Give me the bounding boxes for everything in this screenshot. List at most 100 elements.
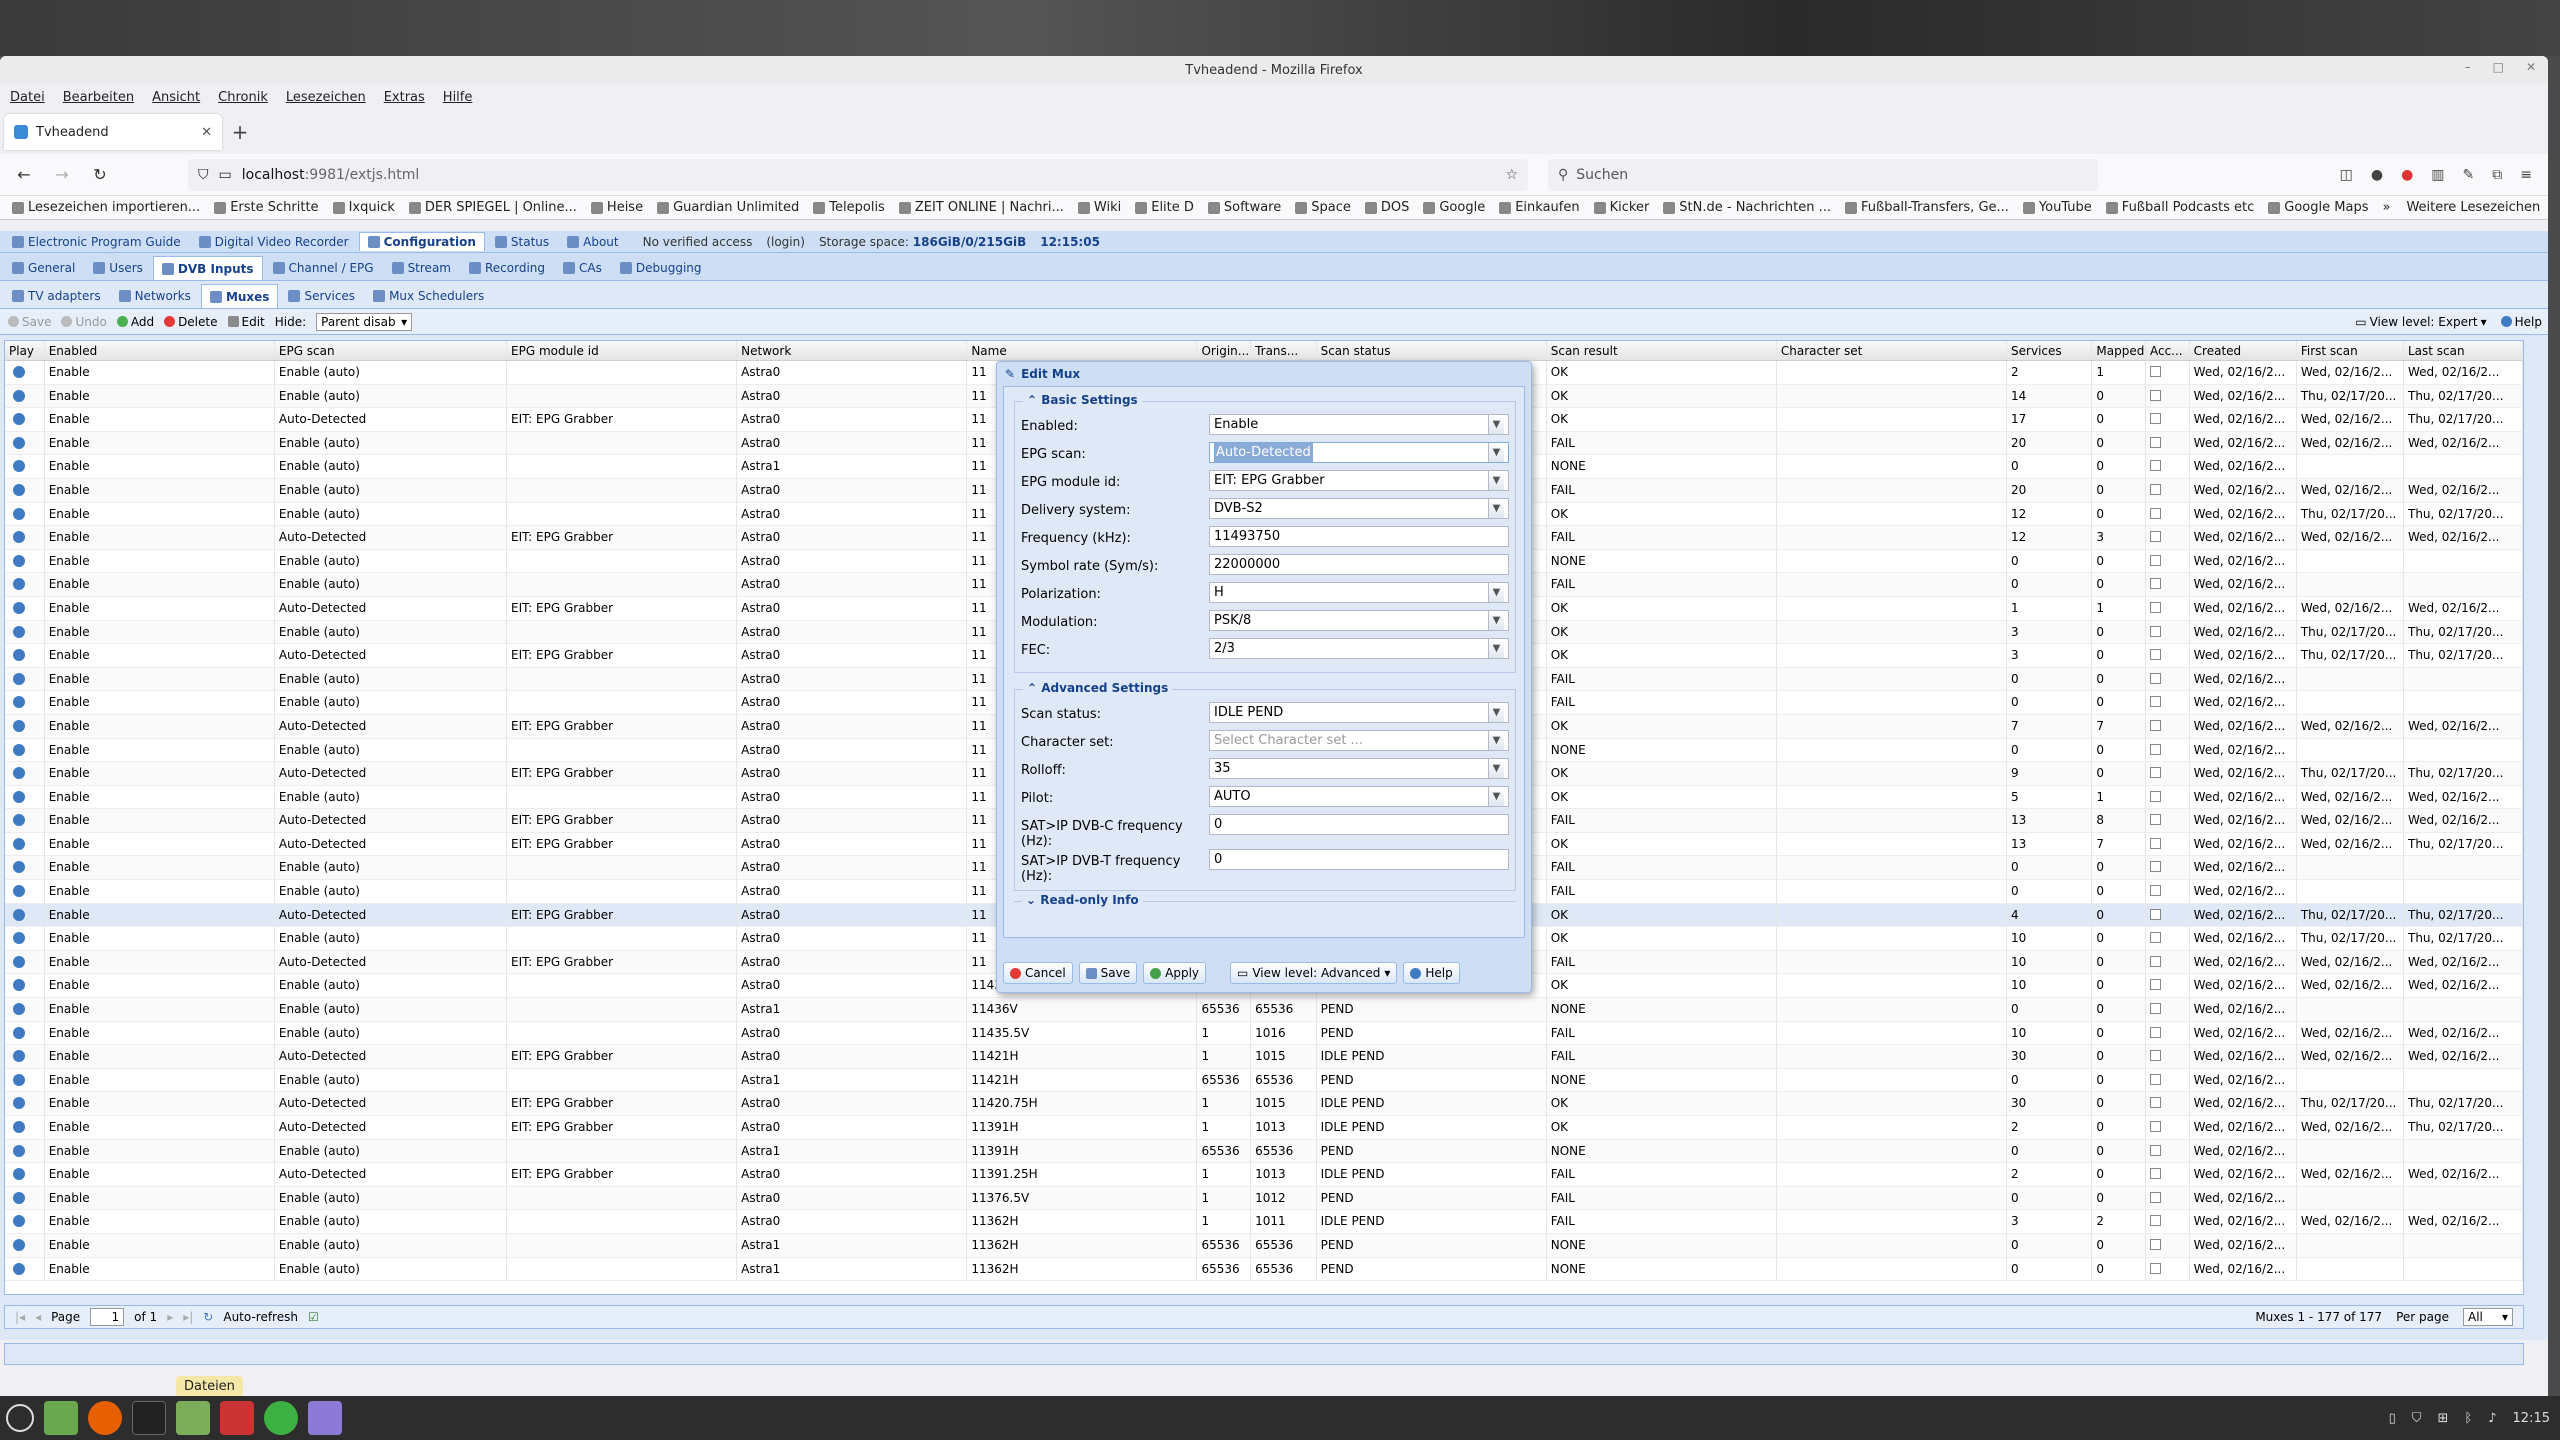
chevron-down-icon[interactable]: ▼	[1488, 759, 1504, 778]
page-input[interactable]: 1	[90, 1308, 125, 1326]
table-row[interactable]: Enable Enable (auto) Astra1 11436V 65536 6553…	[5, 998, 2523, 1022]
text-field[interactable]: 0	[1209, 814, 1509, 835]
maximize-icon[interactable]: □	[2493, 60, 2504, 74]
accept-checkbox[interactable]	[2149, 932, 2161, 944]
accept-checkbox[interactable]	[2149, 578, 2161, 590]
play-icon[interactable]	[13, 1215, 25, 1228]
folder-icon[interactable]	[176, 1401, 210, 1435]
play-icon[interactable]	[13, 743, 25, 756]
table-row[interactable]: Enable Enable (auto) Astra1 11421H 65536 6553…	[5, 1068, 2523, 1093]
bookmark-item[interactable]: Einkaufen	[1499, 200, 1580, 215]
tab-epg[interactable]: Electronic Program Guide	[4, 233, 189, 251]
files-icon[interactable]	[44, 1401, 78, 1435]
play-icon[interactable]	[13, 389, 25, 402]
tray-notes-icon[interactable]: ▯	[2389, 1411, 2396, 1426]
menu-lesezeichen[interactable]: Lesezeichen	[286, 90, 366, 105]
play-icon[interactable]	[13, 908, 25, 921]
prev-page-icon[interactable]: ◂	[35, 1310, 41, 1324]
add-button[interactable]: Add	[116, 315, 154, 329]
accept-checkbox[interactable]	[2149, 979, 2161, 991]
extension-icon[interactable]: ✎	[2463, 167, 2475, 183]
bookmark-item[interactable]: Fußball Podcasts etc	[2105, 200, 2254, 215]
text-field[interactable]: 0	[1209, 849, 1509, 870]
chevron-down-icon[interactable]: ▼	[1488, 443, 1504, 462]
config-tab-recording[interactable]: Recording	[461, 256, 553, 280]
bookmark-item[interactable]: DOS	[1364, 200, 1409, 215]
column-header[interactable]: Network	[737, 341, 968, 360]
play-icon[interactable]	[13, 1191, 25, 1204]
combo-field[interactable]: DVB-S2 ▼	[1209, 498, 1509, 519]
firefox-icon[interactable]	[88, 1401, 122, 1435]
column-header[interactable]: Play	[5, 341, 45, 360]
bookmark-item[interactable]: Telepolis	[813, 200, 885, 215]
browser-tab[interactable]: Tvheadend ✕	[4, 114, 222, 150]
play-icon[interactable]	[13, 1238, 25, 1251]
combo-field[interactable]: 2/3 ▼	[1209, 638, 1509, 659]
play-icon[interactable]	[13, 483, 25, 496]
table-row[interactable]: Enable Auto-Detected EIT: EPG Grabber Astra…	[5, 1045, 2523, 1069]
close-window-icon[interactable]: ✕	[2526, 60, 2536, 74]
bookmarks-overflow-icon[interactable]: »	[2382, 200, 2390, 215]
column-header[interactable]: First scan	[2297, 341, 2404, 360]
accept-checkbox[interactable]	[2149, 625, 2161, 637]
accept-checkbox[interactable]	[2149, 1097, 2161, 1109]
play-icon[interactable]	[13, 1262, 25, 1275]
chevron-down-icon[interactable]: ▼	[1488, 639, 1504, 658]
last-page-icon[interactable]: ▸|	[183, 1310, 193, 1324]
more-bookmarks[interactable]: Weitere Lesezeichen	[2406, 200, 2540, 215]
pocket-icon[interactable]: ◫	[2340, 167, 2353, 183]
play-icon[interactable]	[13, 1168, 25, 1181]
combo-field[interactable]: EIT: EPG Grabber ▼	[1209, 470, 1509, 491]
adblock-icon[interactable]: ●	[2401, 167, 2413, 183]
search-bar[interactable]: ⚲ Suchen	[1548, 158, 2098, 191]
clock[interactable]: 12:15	[2513, 1411, 2550, 1426]
accept-checkbox[interactable]	[2149, 460, 2161, 472]
play-icon[interactable]	[13, 601, 25, 614]
chevron-down-icon[interactable]: ▼	[1488, 583, 1504, 602]
accept-checkbox[interactable]	[2149, 1168, 2161, 1180]
column-header[interactable]: EPG scan	[275, 341, 508, 360]
tray-shield-icon[interactable]: ⛉	[2412, 1411, 2422, 1426]
combo-field[interactable]: Auto-Detected ▼	[1209, 442, 1509, 463]
reload-icon[interactable]: ↻	[86, 161, 114, 189]
auto-refresh-checkbox[interactable]: ☑	[308, 1310, 319, 1324]
accept-checkbox[interactable]	[2149, 507, 2161, 519]
bookmark-item[interactable]: Wiki	[1077, 200, 1121, 215]
column-header[interactable]: Scan result	[1547, 341, 1777, 360]
play-icon[interactable]	[13, 531, 25, 544]
edit-button[interactable]: Edit	[227, 315, 265, 329]
bookmark-item[interactable]: StN.de - Nachrichten ...	[1663, 200, 1831, 215]
chevron-down-icon[interactable]: ▼	[1488, 471, 1504, 490]
accept-checkbox[interactable]	[2149, 436, 2161, 448]
view-level-advanced-button[interactable]: ▭ View level: Advanced ▾	[1230, 962, 1398, 984]
page-info-icon[interactable]: ▭	[219, 167, 232, 183]
dialog-save-button[interactable]: Save	[1078, 962, 1138, 984]
table-row[interactable]: Enable Enable (auto) Astra0 11435.5V 1 1016 PE…	[5, 1021, 2523, 1046]
login-link[interactable]: (login)	[766, 235, 805, 249]
play-icon[interactable]	[13, 979, 25, 992]
menu-chronik[interactable]: Chronik	[218, 90, 268, 105]
accept-checkbox[interactable]	[2149, 1073, 2161, 1085]
dialog-titlebar[interactable]: ✎ Edit Mux	[997, 362, 1531, 386]
delete-button[interactable]: Delete	[164, 315, 218, 329]
play-icon[interactable]	[13, 507, 25, 520]
accept-checkbox[interactable]	[2149, 1026, 2161, 1038]
extension-h-icon[interactable]: ●	[2371, 167, 2383, 183]
play-icon[interactable]	[13, 861, 25, 874]
dvb-tab-mux-schedulers[interactable]: Mux Schedulers	[365, 284, 492, 308]
text-field[interactable]: 22000000	[1209, 554, 1509, 575]
app-green-icon[interactable]	[264, 1401, 298, 1435]
accept-checkbox[interactable]	[2149, 1215, 2161, 1227]
accept-checkbox[interactable]	[2149, 672, 2161, 684]
menu-datei[interactable]: Datei	[10, 90, 45, 105]
chevron-down-icon[interactable]: ▼	[1488, 611, 1504, 630]
config-tab-users[interactable]: Users	[85, 256, 151, 280]
accept-checkbox[interactable]	[2149, 743, 2161, 755]
config-tab-dvb-inputs[interactable]: DVB Inputs	[152, 256, 263, 280]
accept-checkbox[interactable]	[2149, 1121, 2161, 1132]
menu-bearbeiten[interactable]: Bearbeiten	[63, 90, 134, 105]
accept-checkbox[interactable]	[2149, 531, 2161, 543]
accept-checkbox[interactable]	[2149, 814, 2161, 826]
accept-checkbox[interactable]	[2149, 413, 2161, 425]
column-header[interactable]: EPG module id	[507, 341, 738, 360]
